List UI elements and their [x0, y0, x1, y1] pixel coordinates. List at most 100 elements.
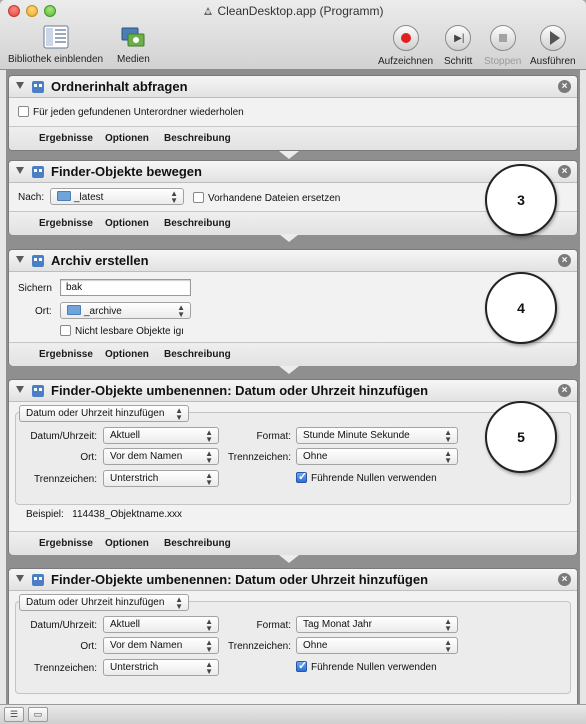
- date-separator-popup[interactable]: Ohne ▲ ▼: [296, 448, 458, 465]
- datetime-popup[interactable]: Aktuell ▲ ▼: [103, 427, 219, 444]
- step-toolbar-button[interactable]: ▶| Schritt: [444, 25, 472, 67]
- step-number: 3: [517, 192, 525, 208]
- checkbox-icon: [18, 106, 29, 117]
- action-header: Ordnerinhalt abfragen ×: [9, 76, 577, 98]
- popup-arrows-icon: ▲ ▼: [175, 595, 183, 611]
- options-tab[interactable]: Optionen: [105, 218, 149, 229]
- format-label: Format:: [256, 620, 291, 631]
- checkbox-label: Führende Nullen verwenden: [311, 662, 437, 673]
- checkbox-checked-icon: [296, 659, 307, 672]
- rename-mode-popup[interactable]: Datum oder Uhrzeit hinzufügen ▲ ▼: [19, 594, 189, 611]
- checkbox-icon: [60, 325, 71, 336]
- example-label: Beispiel:: [26, 509, 64, 520]
- run-toolbar-button[interactable]: Ausführen: [530, 25, 576, 67]
- format-value: Tag Monat Jahr: [303, 619, 372, 630]
- archive-name-field[interactable]: bak: [60, 279, 191, 296]
- action-footer: Ergebnisse Optionen Beschreibung: [9, 126, 577, 150]
- disclosure-triangle-icon[interactable]: [16, 256, 24, 263]
- position-value: Vor dem Namen: [110, 451, 183, 462]
- options-tab[interactable]: Optionen: [105, 349, 149, 360]
- action-header: Finder-Objekte umbenennen: Datum oder Uh…: [9, 380, 577, 402]
- format-label: Format:: [256, 431, 291, 442]
- list-view-icon[interactable]: ☰: [4, 707, 24, 722]
- date-separator-popup[interactable]: Ohne ▲ ▼: [296, 637, 458, 654]
- stop-toolbar-button[interactable]: Stoppen: [484, 25, 521, 67]
- action-header: Archiv erstellen ×: [9, 250, 577, 272]
- action-footer: Ergebnisse Optionen Beschreibung: [9, 531, 577, 555]
- remove-action-icon[interactable]: ×: [558, 80, 571, 93]
- remove-action-icon[interactable]: ×: [558, 165, 571, 178]
- description-tab[interactable]: Beschreibung: [164, 218, 231, 229]
- window-title-text: CleanDesktop.app (Programm): [217, 4, 384, 18]
- checkbox-label: Vorhandene Dateien ersetzen: [208, 193, 341, 204]
- step-number: 4: [517, 300, 525, 316]
- library-icon: [43, 25, 69, 49]
- datetime-popup[interactable]: Aktuell ▲ ▼: [103, 616, 219, 633]
- options-tab[interactable]: Optionen: [105, 538, 149, 549]
- action-body: Datum oder Uhrzeit hinzufügen ▲ ▼ Datum/Uh…: [9, 591, 577, 704]
- replace-files-checkbox[interactable]: Vorhandene Dateien ersetzen: [193, 192, 340, 204]
- format-popup[interactable]: Tag Monat Jahr ▲ ▼: [296, 616, 458, 633]
- window-title: CleanDesktop.app (Programm): [0, 4, 586, 18]
- position-popup[interactable]: Vor dem Namen ▲ ▼: [103, 637, 219, 654]
- remove-action-icon[interactable]: ×: [558, 254, 571, 267]
- bottom-bar: ☰ ▭: [0, 704, 586, 724]
- leading-zeros-checkbox[interactable]: Führende Nullen verwenden: [296, 470, 437, 484]
- results-tab[interactable]: Ergebnisse: [39, 349, 93, 360]
- popup-arrows-icon: ▲ ▼: [444, 449, 452, 465]
- repeat-subfolders-checkbox[interactable]: Für jeden gefundenen Unterordner wiederh…: [18, 106, 244, 118]
- location-label: Ort:: [35, 306, 52, 317]
- disclosure-triangle-icon[interactable]: [16, 575, 24, 582]
- position-popup[interactable]: Vor dem Namen ▲ ▼: [103, 448, 219, 465]
- media-toolbar-button[interactable]: Medien: [117, 25, 150, 65]
- workflow-area: Ordnerinhalt abfragen × Für jeden gefund…: [6, 70, 580, 704]
- remove-action-icon[interactable]: ×: [558, 573, 571, 586]
- datetime-value: Aktuell: [110, 430, 141, 441]
- results-tab[interactable]: Ergebnisse: [39, 133, 93, 144]
- separator-popup[interactable]: Unterstrich ▲ ▼: [103, 659, 219, 676]
- destination-popup[interactable]: _latest ▲ ▼: [50, 188, 184, 205]
- action-footer: Ergebnisse Optionen Beschreibung: [9, 342, 577, 366]
- save-as-label: Sichern: [18, 283, 52, 294]
- date-separator-value: Ohne: [303, 640, 328, 651]
- disclosure-triangle-icon[interactable]: [16, 82, 24, 89]
- popup-arrows-icon: ▲ ▼: [205, 638, 213, 654]
- step-callout-4: 4: [485, 272, 557, 344]
- step-label: Schritt: [444, 56, 473, 67]
- format-value: Stunde Minute Sekunde: [303, 430, 410, 441]
- popup-arrows-icon: ▲ ▼: [177, 303, 185, 319]
- disclosure-triangle-icon[interactable]: [16, 386, 24, 393]
- popup-arrows-icon: ▲ ▼: [175, 406, 183, 422]
- description-tab[interactable]: Beschreibung: [164, 538, 231, 549]
- example-text: Beispiel: 114438_Objektname.xxx: [26, 509, 182, 520]
- leading-zeros-checkbox[interactable]: Führende Nullen verwenden: [296, 659, 437, 673]
- library-toolbar-button[interactable]: Bibliothek einblenden: [8, 25, 103, 65]
- step-callout-5: 5: [485, 401, 557, 473]
- popup-arrows-icon: ▲ ▼: [170, 189, 178, 205]
- log-view-icon[interactable]: ▭: [28, 707, 48, 722]
- format-popup[interactable]: Stunde Minute Sekunde ▲ ▼: [296, 427, 458, 444]
- action-title: Finder-Objekte umbenennen: Datum oder Uh…: [51, 383, 429, 398]
- results-tab[interactable]: Ergebnisse: [39, 538, 93, 549]
- record-toolbar-button[interactable]: Aufzeichnen: [378, 25, 433, 67]
- action-rename-add-datetime: Finder-Objekte umbenennen: Datum oder Uh…: [8, 379, 578, 555]
- automator-app-icon: [204, 7, 213, 15]
- rename-mode-popup[interactable]: Datum oder Uhrzeit hinzufügen ▲ ▼: [19, 405, 189, 422]
- finder-action-icon: [32, 574, 44, 586]
- options-tab[interactable]: Optionen: [105, 133, 149, 144]
- remove-action-icon[interactable]: ×: [558, 384, 571, 397]
- ignore-unreadable-checkbox[interactable]: Nicht lesbare Objekte igı: [60, 325, 184, 337]
- rename-mode-value: Datum oder Uhrzeit hinzufügen: [26, 597, 165, 608]
- step-callout-3: 3: [485, 164, 557, 236]
- description-tab[interactable]: Beschreibung: [164, 133, 231, 144]
- date-separator-label: Trennzeichen:: [228, 641, 291, 652]
- description-tab[interactable]: Beschreibung: [164, 349, 231, 360]
- location-popup[interactable]: _archive ▲ ▼: [60, 302, 191, 319]
- checkbox-label: Führende Nullen verwenden: [311, 473, 437, 484]
- disclosure-triangle-icon[interactable]: [16, 167, 24, 174]
- separator-popup[interactable]: Unterstrich ▲ ▼: [103, 470, 219, 487]
- destination-value: _latest: [74, 192, 104, 203]
- rename-mode-value: Datum oder Uhrzeit hinzufügen: [26, 408, 165, 419]
- play-icon: [539, 25, 566, 51]
- results-tab[interactable]: Ergebnisse: [39, 218, 93, 229]
